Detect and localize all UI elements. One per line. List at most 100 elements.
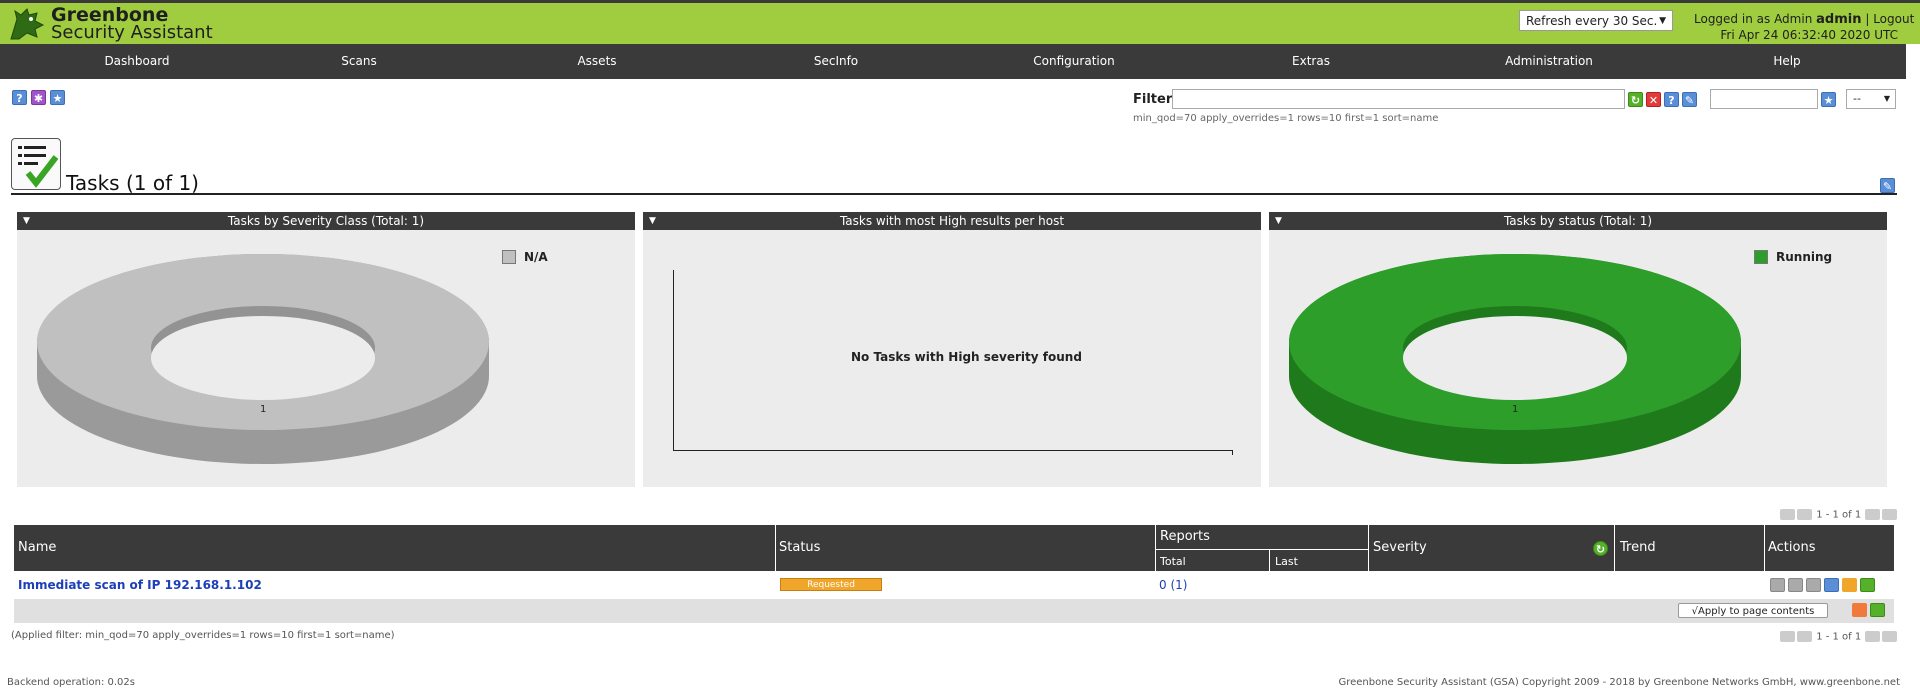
status-donut-chart xyxy=(1289,254,1741,464)
edit-wrench-icon[interactable] xyxy=(1824,578,1839,592)
running-legend-label: Running xyxy=(1776,250,1833,264)
nav-extras[interactable]: Extras xyxy=(1192,44,1430,79)
x-axis-tick xyxy=(1232,450,1233,455)
na-slice-label: 1 xyxy=(260,404,267,415)
x-axis xyxy=(673,450,1233,451)
brand-subtitle: Security Assistant xyxy=(51,22,213,43)
saved-filter-value: -- xyxy=(1853,92,1861,105)
last-page-icon[interactable] xyxy=(1882,631,1898,642)
export-download-icon[interactable] xyxy=(1860,578,1875,592)
trash-icon[interactable] xyxy=(1806,578,1821,592)
nav-scans[interactable]: Scans xyxy=(240,44,478,79)
table-footer-row xyxy=(14,599,1894,623)
save-filter-star-icon[interactable]: ★ xyxy=(1821,92,1836,107)
refresh-select[interactable]: Refresh every 30 Sec. ▼ xyxy=(1519,10,1673,31)
resume-icon[interactable] xyxy=(1788,578,1803,592)
task-wizard-icon[interactable]: ✱ xyxy=(31,90,46,105)
main-nav: Dashboard Scans Assets SecInfo Configura… xyxy=(0,44,1906,79)
user-role: Admin xyxy=(1774,12,1813,26)
na-legend-label: N/A xyxy=(524,250,548,264)
chevron-down-icon: ▼ xyxy=(1883,94,1890,103)
task-name-link[interactable]: Immediate scan of IP 192.168.1.102 xyxy=(18,578,262,592)
na-legend-swatch xyxy=(502,250,516,264)
applied-filter: (Applied filter: min_qod=70 apply_overri… xyxy=(11,630,395,641)
edit-dashboard-wrench-icon[interactable]: ✎ xyxy=(1880,178,1895,193)
severity-panel-header[interactable]: ▼ Tasks by Severity Class (Total: 1) xyxy=(17,212,635,230)
title-divider xyxy=(11,193,1897,195)
reset-filter-icon[interactable]: ✕ xyxy=(1646,92,1661,107)
backend-operation: Backend operation: 0.02s xyxy=(7,677,135,688)
last-page-icon[interactable] xyxy=(1882,509,1898,520)
col-name[interactable]: Name xyxy=(18,540,56,555)
greenbone-logo-icon xyxy=(10,8,45,40)
collapse-triangle-icon[interactable]: ▼ xyxy=(23,212,30,230)
new-task-star-icon[interactable]: ★ xyxy=(50,90,65,105)
help-icon[interactable]: ? xyxy=(12,90,27,105)
page-title: Tasks (1 of 1) xyxy=(66,171,199,195)
bulk-export-icon[interactable] xyxy=(1870,603,1885,617)
col-reports-total[interactable]: Total xyxy=(1160,555,1186,568)
nav-help[interactable]: Help xyxy=(1668,44,1906,79)
severity-panel: ▼ Tasks by Severity Class (Total: 1) 1 N… xyxy=(17,212,635,487)
col-trend[interactable]: Trend xyxy=(1620,540,1656,555)
next-page-icon[interactable] xyxy=(1865,631,1881,642)
prev-page-icon[interactable] xyxy=(1797,509,1812,520)
collapse-triangle-icon[interactable]: ▼ xyxy=(1275,212,1282,230)
filter-input[interactable] xyxy=(1172,89,1625,109)
status-panel-header[interactable]: ▼ Tasks by status (Total: 1) xyxy=(1269,212,1887,230)
col-divider xyxy=(775,525,776,571)
col-divider xyxy=(1764,525,1765,571)
col-actions: Actions xyxy=(1768,540,1816,555)
logout-link[interactable]: Logout xyxy=(1873,12,1914,26)
col-reports-last[interactable]: Last xyxy=(1275,555,1298,568)
login-info: Logged in as Admin admin | Logout xyxy=(1694,12,1914,27)
start-icon[interactable] xyxy=(1770,578,1785,592)
col-divider xyxy=(1269,550,1270,571)
high-results-panel: ▼ Tasks with most High results per host … xyxy=(643,212,1261,487)
nav-administration[interactable]: Administration xyxy=(1430,44,1668,79)
first-page-icon[interactable] xyxy=(1780,631,1795,642)
clone-icon[interactable] xyxy=(1842,578,1857,592)
pager-top: 1 - 1 of 1 xyxy=(1779,509,1898,521)
bulk-trash-icon[interactable] xyxy=(1852,603,1867,617)
pager-text: 1 - 1 of 1 xyxy=(1816,631,1862,643)
first-page-icon[interactable] xyxy=(1780,509,1795,520)
table-row xyxy=(14,571,1894,598)
nav-assets[interactable]: Assets xyxy=(478,44,716,79)
col-divider xyxy=(1155,525,1156,571)
pager-text: 1 - 1 of 1 xyxy=(1816,509,1862,521)
next-page-icon[interactable] xyxy=(1865,509,1881,520)
col-severity[interactable]: Severity xyxy=(1373,540,1427,555)
tasks-page-icon xyxy=(11,138,61,190)
nav-dashboard[interactable]: Dashboard xyxy=(18,44,256,79)
overrides-icon[interactable]: ↻ xyxy=(1593,541,1608,556)
no-high-severity-message: No Tasks with High severity found xyxy=(851,350,1082,364)
filter-hint: min_qod=70 apply_overrides=1 rows=10 fir… xyxy=(1133,113,1439,124)
username-link[interactable]: admin xyxy=(1816,12,1861,27)
high-results-panel-header[interactable]: ▼ Tasks with most High results per host xyxy=(643,212,1261,230)
col-status[interactable]: Status xyxy=(779,540,820,555)
reports-total-link[interactable]: 0 (1) xyxy=(1159,578,1187,592)
status-panel: ▼ Tasks by status (Total: 1) 1 Running xyxy=(1269,212,1887,487)
col-divider xyxy=(1368,525,1369,571)
separator: | xyxy=(1865,12,1870,26)
top-bar: Greenbone Security Assistant Refresh eve… xyxy=(0,0,1920,44)
nav-configuration[interactable]: Configuration xyxy=(955,44,1193,79)
tasks-table-header xyxy=(14,525,1894,571)
refresh-filter-icon[interactable]: ↻ xyxy=(1628,92,1643,107)
reports-divider xyxy=(1155,549,1368,550)
status-panel-title: Tasks by status (Total: 1) xyxy=(1503,214,1653,228)
apply-to-select[interactable]: √Apply to page contents xyxy=(1678,603,1828,618)
edit-filter-wrench-icon[interactable]: ✎ xyxy=(1682,92,1697,107)
filter-help-icon[interactable]: ? xyxy=(1664,92,1679,107)
server-datetime: Fri Apr 24 06:32:40 2020 UTC xyxy=(1720,28,1898,42)
filter-name-input[interactable] xyxy=(1710,89,1818,109)
logged-in-label: Logged in as xyxy=(1694,12,1771,26)
nav-secinfo[interactable]: SecInfo xyxy=(717,44,955,79)
saved-filter-select[interactable]: -- ▼ xyxy=(1846,89,1896,109)
high-results-panel-title: Tasks with most High results per host xyxy=(839,214,1065,228)
refresh-value: Refresh every 30 Sec. xyxy=(1526,14,1658,28)
collapse-triangle-icon[interactable]: ▼ xyxy=(649,212,656,230)
chevron-down-icon: ▼ xyxy=(1659,16,1666,26)
prev-page-icon[interactable] xyxy=(1797,631,1812,642)
